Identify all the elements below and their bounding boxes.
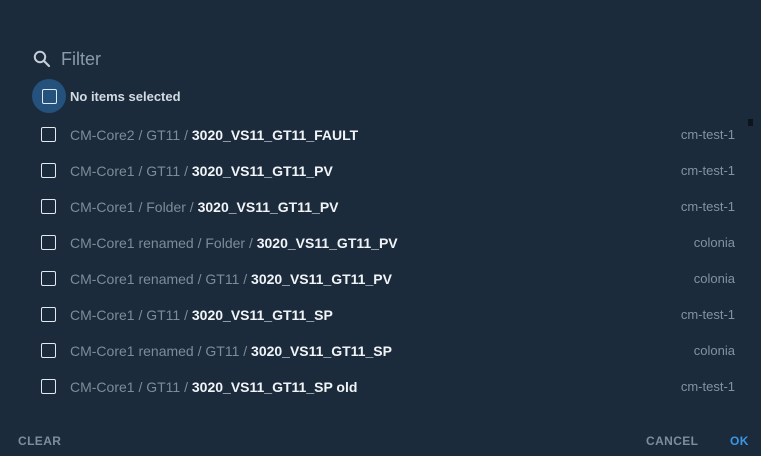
item-checkbox[interactable] — [41, 127, 56, 142]
search-icon — [33, 50, 51, 68]
filter-input[interactable] — [61, 48, 701, 70]
item-name: 3020_VS11_GT11_FAULT — [191, 127, 359, 143]
clear-button[interactable]: CLEAR — [18, 434, 61, 448]
item-source: colonia — [693, 343, 735, 358]
item-name: 3020_VS11_GT11_SP old — [191, 379, 358, 395]
item-path: CM-Core1 / Folder / 3020_VS11_GT11_PV — [70, 199, 339, 215]
scrollbar-thumb[interactable] — [748, 119, 753, 126]
item-source: colonia — [693, 235, 735, 250]
item-checkbox[interactable] — [41, 271, 56, 286]
item-parent-path: CM-Core1 renamed / Folder / — [70, 235, 257, 251]
item-checkbox[interactable] — [41, 235, 56, 250]
item-parent-path: CM-Core1 / GT11 / — [70, 379, 192, 395]
list-item[interactable]: CM-Core1 / GT11 / 3020_VS11_GT11_SP cm-te… — [0, 297, 761, 333]
item-checkbox[interactable] — [41, 199, 56, 214]
item-name: 3020_VS11_GT11_PV — [191, 163, 333, 179]
item-name: 3020_VS11_GT11_PV — [256, 235, 398, 251]
list-item[interactable]: CM-Core1 renamed / GT11 / 3020_VS11_GT11… — [0, 261, 761, 297]
item-name: 3020_VS11_GT11_SP — [251, 343, 392, 359]
item-path: CM-Core1 / GT11 / 3020_VS11_GT11_SP old — [70, 379, 357, 395]
item-parent-path: CM-Core1 / GT11 / — [70, 307, 192, 323]
list-item[interactable]: CM-Core1 / GT11 / 3020_VS11_GT11_SP old c… — [0, 369, 761, 405]
item-path: CM-Core1 / GT11 / 3020_VS11_GT11_SP — [70, 307, 333, 323]
item-parent-path: CM-Core1 / Folder / — [70, 199, 198, 215]
item-checkbox[interactable] — [41, 343, 56, 358]
item-source: cm-test-1 — [680, 307, 735, 322]
filter-bar — [32, 46, 701, 72]
item-parent-path: CM-Core1 renamed / GT11 / — [70, 343, 252, 359]
item-source: cm-test-1 — [680, 379, 735, 394]
list-item[interactable]: CM-Core1 / Folder / 3020_VS11_GT11_PV cm-… — [0, 189, 761, 225]
list-item[interactable]: CM-Core1 / GT11 / 3020_VS11_GT11_PV cm-te… — [0, 153, 761, 189]
item-name: 3020_VS11_GT11_PV — [251, 271, 392, 287]
selection-status-label: No items selected — [70, 88, 181, 104]
item-source: cm-test-1 — [680, 127, 735, 142]
cancel-button[interactable]: CANCEL — [646, 434, 698, 448]
item-parent-path: CM-Core1 renamed / GT11 / — [70, 271, 252, 287]
item-source: cm-test-1 — [680, 163, 735, 178]
select-all-focus-halo — [32, 79, 66, 113]
item-checkbox[interactable] — [41, 163, 56, 178]
select-all-row[interactable]: No items selected — [32, 79, 181, 113]
item-list: CM-Core2 / GT11 / 3020_VS11_GT11_FAULTcm… — [0, 117, 761, 405]
list-item[interactable]: CM-Core1 renamed / GT11 / 3020_VS11_GT11… — [0, 333, 761, 369]
item-checkbox[interactable] — [41, 307, 56, 322]
list-item[interactable]: CM-Core1 renamed / Folder / 3020_VS11_GT… — [0, 225, 761, 261]
item-name: 3020_VS11_GT11_PV — [197, 199, 339, 215]
item-name: 3020_VS11_GT11_SP — [191, 307, 333, 323]
list-item[interactable]: CM-Core2 / GT11 / 3020_VS11_GT11_FAULT cm… — [0, 117, 761, 153]
item-checkbox[interactable] — [41, 379, 56, 394]
ok-button[interactable]: OK — [730, 434, 749, 448]
item-path: CM-Core1 renamed / Folder / 3020_VS11_GT… — [70, 235, 398, 251]
item-parent-path: CM-Core1 / GT11 / — [70, 163, 192, 179]
item-path: CM-Core2 / GT11 / 3020_VS11_GT11_FAULT — [70, 127, 358, 143]
select-all-checkbox[interactable] — [41, 88, 57, 104]
item-path: CM-Core1 renamed / GT11 / 3020_VS11_GT11… — [70, 343, 392, 359]
item-parent-path: CM-Core2 / GT11 / — [70, 127, 192, 143]
item-source: colonia — [693, 271, 735, 286]
item-path: CM-Core1 renamed / GT11 / 3020_VS11_GT11… — [70, 271, 392, 287]
item-path: CM-Core1 / GT11 / 3020_VS11_GT11_PV — [70, 163, 333, 179]
item-source: cm-test-1 — [680, 199, 735, 214]
